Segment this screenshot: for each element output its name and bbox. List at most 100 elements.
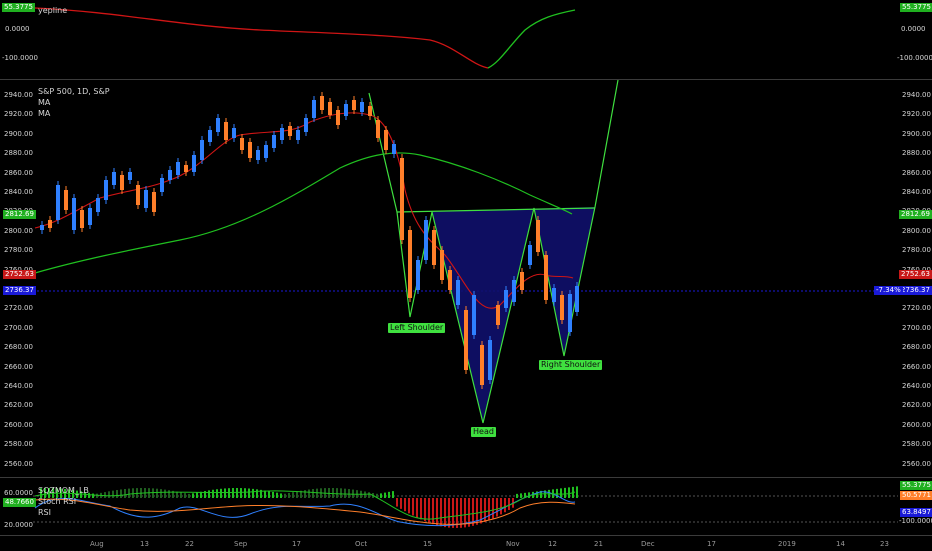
yepline-red-segment <box>34 7 489 69</box>
histogram-bar <box>156 488 158 498</box>
histogram-bar <box>120 489 122 498</box>
histogram-bar <box>308 489 310 498</box>
histogram-bar <box>180 492 182 498</box>
histogram-bar <box>392 491 394 498</box>
candle-body <box>464 310 468 370</box>
histogram-bar <box>248 488 250 498</box>
candle-body <box>40 225 44 230</box>
oscillator-pane[interactable]: SQZMOM_LB Stoch RSI RSI 60.0000 20.0000 … <box>0 478 932 534</box>
histogram-bar <box>364 491 366 498</box>
candle-body <box>496 305 500 325</box>
right-tag-blue: 2736.37 <box>899 286 932 295</box>
time-axis[interactable]: Aug 13 22 Sep 17 Oct 15 Nov 12 21 Dec 17 2019 14 23 <box>0 535 932 551</box>
left-shoulder-label: Left Shoulder <box>388 323 446 333</box>
candle-body <box>200 140 204 160</box>
left-price-tick: 2780.00 <box>4 246 33 255</box>
histogram-bar <box>292 492 294 498</box>
candle-body <box>120 175 124 190</box>
histogram-bar <box>452 498 454 528</box>
candle-body <box>80 210 84 228</box>
histogram-bar <box>152 488 154 498</box>
right-price-tick: 2940.00 <box>902 91 931 99</box>
right-price-tick: 2700.00 <box>902 323 931 332</box>
histogram-bar <box>440 498 442 527</box>
top-left-tick-0: 0.0000 <box>5 25 30 33</box>
top-right-tick-0: 0.0000 <box>901 25 926 33</box>
price-chart <box>33 80 898 424</box>
osc-label-sqzmom: SQZMOM_LB <box>38 486 89 495</box>
candle-body <box>512 280 516 302</box>
histogram-bar <box>380 493 382 498</box>
histogram-bar <box>348 489 350 498</box>
candle-body <box>296 130 300 140</box>
histogram-bar <box>404 498 406 512</box>
right-tag-red: 2752.63 <box>899 270 932 279</box>
candle-body <box>64 190 68 210</box>
histogram-bar <box>276 492 278 498</box>
candle-body <box>400 158 404 240</box>
time-axis-label: Aug <box>90 540 104 548</box>
histogram-bar <box>368 492 370 498</box>
candle-body <box>544 255 548 300</box>
left-price-tick: 2620.00 <box>4 401 33 410</box>
candle-body <box>192 155 196 172</box>
histogram-bar <box>116 490 118 498</box>
histogram-bar <box>496 498 498 517</box>
right-price-tick: 2920.00 <box>902 110 931 119</box>
histogram-bar <box>228 488 230 498</box>
time-axis-label: 22 <box>185 540 194 548</box>
candle-body <box>224 122 228 140</box>
histogram-bar <box>272 491 274 498</box>
candle-body <box>560 295 564 320</box>
histogram-bar <box>316 488 318 498</box>
osc-label-stochrsi: Stoch RSI <box>38 497 77 506</box>
main-price-pane[interactable]: S&P 500, 1D, S&P MA MA 2940.00 2920.00 290… <box>0 80 932 476</box>
candle-body <box>216 118 220 132</box>
candle-body <box>288 126 292 136</box>
left-price-tick: 2840.00 <box>4 188 33 196</box>
histogram-bar <box>252 488 254 498</box>
histogram-bar <box>568 487 570 498</box>
left-price-tick: 2720.00 <box>4 304 33 313</box>
histogram-bar <box>124 488 126 498</box>
left-price-tick: 2700.00 <box>4 323 33 332</box>
right-price-tick: 2620.00 <box>902 401 931 410</box>
right-price-tick: 2680.00 <box>902 343 931 352</box>
ma-label-2: MA <box>38 109 51 118</box>
right-price-tick: 2660.00 <box>902 362 931 371</box>
histogram-bar <box>256 489 258 498</box>
time-axis-label: 23 <box>880 540 889 548</box>
top-right-tick-1: -100.0000 <box>897 54 932 62</box>
top-indicator-pane[interactable]: yepline 55.3775 55.3775 0.0000 -100.0000… <box>0 0 932 78</box>
candle-body <box>304 118 308 132</box>
right-price-tick: 2900.00 <box>902 129 931 138</box>
candle-body <box>575 286 579 312</box>
candle-body <box>136 185 140 205</box>
candle-body <box>352 100 356 110</box>
histogram-bar <box>160 489 162 498</box>
histogram-bar <box>112 490 114 498</box>
osc-label-rsi: RSI <box>38 508 51 517</box>
histogram-bar <box>268 491 270 498</box>
candle-body <box>416 260 420 290</box>
osc-right-tag-1: 55.3775 <box>900 481 932 490</box>
histogram-bar <box>220 488 222 498</box>
candle-body <box>128 172 132 180</box>
left-tag-red: 2752.63 <box>3 270 36 279</box>
histogram-bar <box>488 498 490 521</box>
left-tag-green: 2812.69 <box>3 210 36 219</box>
left-tag-blue: 2736.37 <box>3 286 36 295</box>
candle-body <box>472 295 476 335</box>
candle-body <box>504 290 508 308</box>
osc-left-tag: 48.7660 <box>3 498 36 507</box>
time-axis-label: 2019 <box>778 540 796 548</box>
left-price-tick: 2880.00 <box>4 149 33 158</box>
histogram-bar <box>296 491 298 498</box>
left-price-tick: 2580.00 <box>4 440 33 449</box>
candle-body <box>104 180 108 200</box>
candle-body <box>320 96 324 110</box>
time-axis-label: 21 <box>594 540 603 548</box>
yepline-title: yepline <box>38 6 68 15</box>
candle-body <box>520 272 524 290</box>
histogram-bar <box>520 493 522 498</box>
